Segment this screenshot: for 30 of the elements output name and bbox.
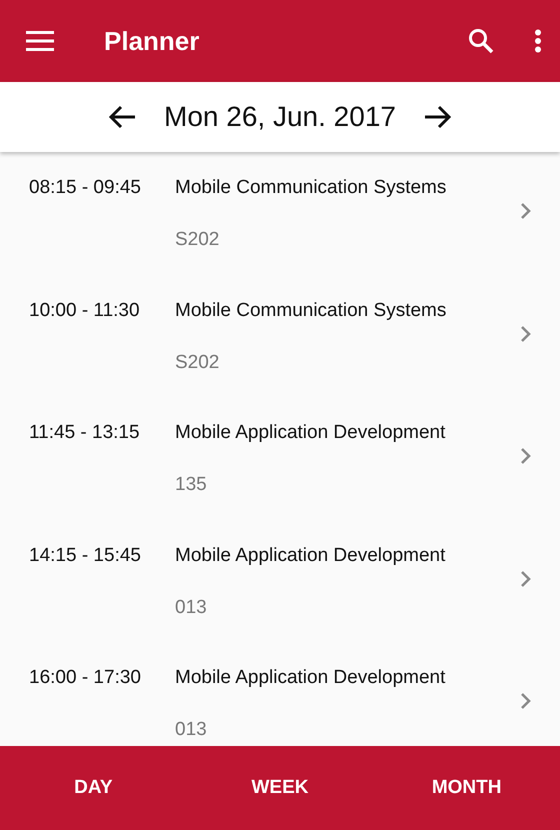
chevron-icon[interactable] bbox=[520, 324, 532, 342]
event-title: Mobile Application Development bbox=[175, 667, 446, 689]
event-title: Mobile Application Development bbox=[175, 422, 446, 444]
search-icon[interactable] bbox=[468, 28, 494, 54]
event-time: 08:15 - 09:45 bbox=[29, 177, 142, 199]
event-time: 16:00 - 17:30 bbox=[29, 667, 142, 689]
event-title: Mobile Application Development bbox=[175, 544, 446, 566]
event-time: 10:00 - 11:30 bbox=[29, 300, 141, 322]
view-tab[interactable]: DAY bbox=[0, 746, 187, 830]
event-room: 013 bbox=[175, 596, 208, 618]
view-tab[interactable]: WEEK bbox=[186, 746, 374, 830]
event-room: 135 bbox=[175, 474, 208, 496]
chevron-icon[interactable] bbox=[520, 570, 532, 588]
more-icon[interactable] bbox=[534, 29, 542, 53]
event-time: 11:45 - 13:15 bbox=[29, 422, 141, 444]
view-tab[interactable]: MONTH bbox=[373, 746, 560, 830]
date-label: Mon 26, Jun. 2017 bbox=[164, 101, 396, 133]
event-title: Mobile Communication Systems bbox=[175, 177, 448, 199]
event-title: Mobile Communication Systems bbox=[175, 300, 448, 322]
menu-icon[interactable] bbox=[26, 30, 54, 52]
chevron-icon[interactable] bbox=[520, 692, 532, 710]
event-room: S202 bbox=[175, 229, 220, 251]
back-arrow-icon[interactable] bbox=[108, 105, 136, 129]
forward-arrow-icon[interactable] bbox=[424, 105, 452, 129]
event-room: 013 bbox=[175, 719, 208, 741]
chevron-icon[interactable] bbox=[520, 202, 532, 220]
event-room: S202 bbox=[175, 352, 220, 374]
chevron-icon[interactable] bbox=[520, 447, 532, 465]
event-time: 14:15 - 15:45 bbox=[29, 544, 142, 566]
app-title: Planner bbox=[104, 26, 200, 56]
